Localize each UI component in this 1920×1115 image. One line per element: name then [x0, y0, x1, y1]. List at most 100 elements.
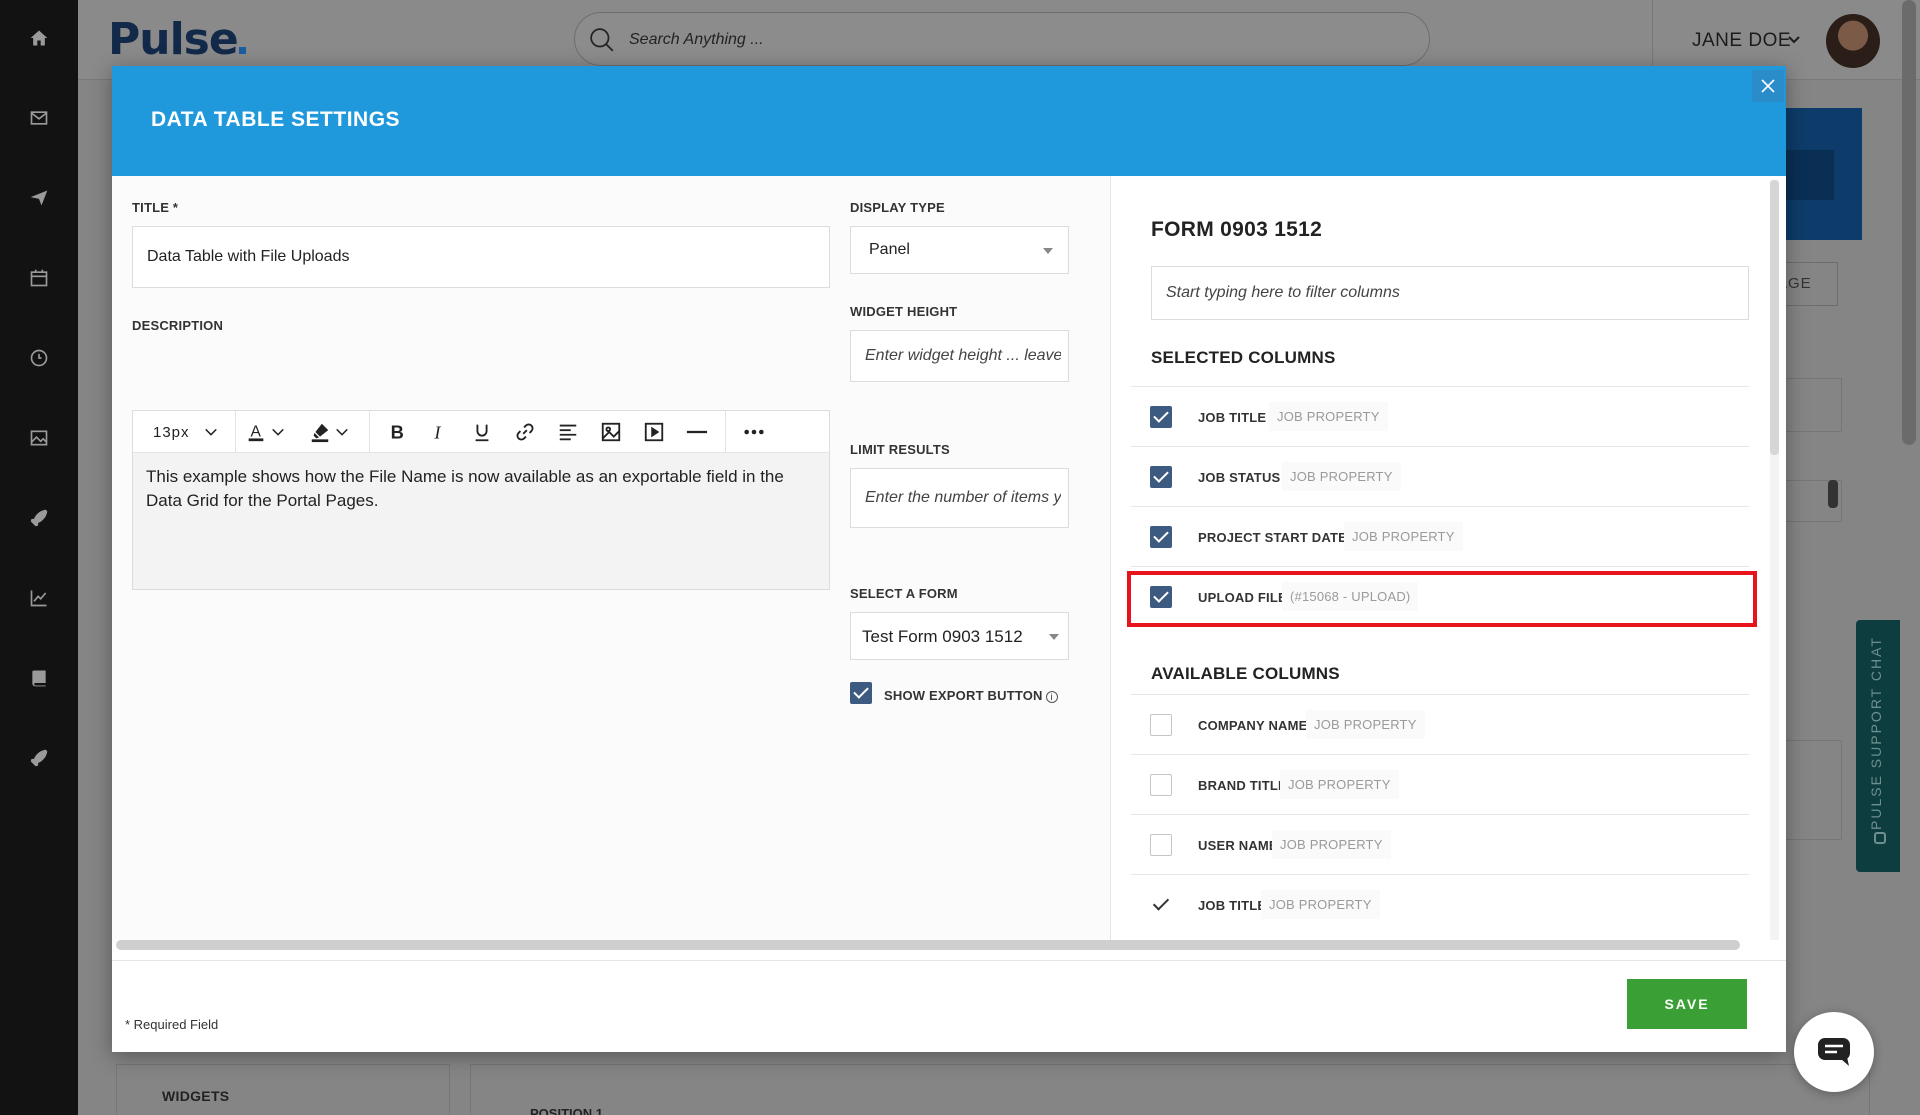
background-widgets-label: WIDGETS: [162, 1088, 230, 1104]
show-export-text: SHOW EXPORT BUTTON: [884, 688, 1043, 703]
close-icon: [1761, 79, 1775, 93]
limit-results-placeholder: Enter the number of items yo: [865, 489, 1061, 506]
column-name: PROJECT START DATE: [1198, 530, 1348, 545]
pulse-logo[interactable]: Pulse: [108, 14, 246, 65]
selected-column-row[interactable]: JOB TITLE JOB PROPERTY: [1131, 386, 1749, 446]
background-position-panel: [470, 1064, 1870, 1115]
column-checkbox[interactable]: [1150, 834, 1172, 856]
rocket-icon[interactable]: [27, 506, 51, 530]
more-icon[interactable]: [743, 420, 765, 444]
book-icon[interactable]: [27, 666, 51, 690]
underline-icon[interactable]: [471, 420, 493, 444]
link-icon[interactable]: [514, 420, 536, 444]
highlighter-icon: [311, 423, 329, 443]
show-export-checkbox[interactable]: [850, 682, 872, 704]
column-name: JOB TITLE: [1198, 410, 1267, 425]
user-avatar[interactable]: [1826, 14, 1880, 68]
dropdown-arrow-icon: [1049, 634, 1059, 640]
select-form-dropdown[interactable]: Test Form 0903 1512: [850, 612, 1069, 660]
column-checkbox[interactable]: [1150, 714, 1172, 736]
horizontal-scrollbar[interactable]: [116, 940, 1740, 950]
data-table-settings-modal: DATA TABLE SETTINGS TITLE * Data Table w…: [112, 66, 1786, 1052]
widget-height-placeholder: Enter widget height ... leave b: [865, 347, 1061, 364]
chat-bubble-icon: [1818, 1038, 1850, 1066]
column-checkbox[interactable]: [1150, 526, 1172, 548]
chart-icon[interactable]: [27, 586, 51, 610]
columns-scrollbar[interactable]: [1770, 180, 1779, 940]
modal-header: DATA TABLE SETTINGS: [112, 66, 1786, 176]
chevron-down-icon: [336, 428, 348, 436]
widget-height-label: WIDGET HEIGHT: [850, 304, 958, 319]
main-sidebar: [0, 0, 78, 1115]
column-name: COMPANY NAME: [1198, 718, 1308, 733]
chat-icon: [1874, 832, 1886, 844]
column-checkbox[interactable]: [1150, 894, 1172, 916]
background-position-label: POSITION 1: [530, 1106, 603, 1115]
column-checkbox[interactable]: [1150, 466, 1172, 488]
column-name: JOB TITLE: [1198, 898, 1267, 913]
background-scroll-knob: [1828, 480, 1838, 508]
page-scrollbar[interactable]: [1902, 0, 1916, 445]
user-menu-name[interactable]: JANE DOE: [1692, 30, 1791, 52]
modal-title: DATA TABLE SETTINGS: [151, 108, 401, 131]
home-icon[interactable]: [27, 26, 51, 50]
column-property: JOB PROPERTY: [1280, 770, 1399, 799]
column-property: JOB PROPERTY: [1306, 710, 1425, 739]
show-export-label: SHOW EXPORT BUTTON i: [884, 688, 1058, 703]
insert-image-icon[interactable]: [600, 420, 622, 444]
text-color-button[interactable]: A: [245, 420, 285, 444]
column-name: JOB STATUS: [1198, 470, 1281, 485]
image-icon[interactable]: [27, 426, 51, 450]
column-property: JOB PROPERTY: [1272, 830, 1391, 859]
title-input[interactable]: Data Table with File Uploads: [132, 226, 830, 288]
save-button[interactable]: SAVE: [1627, 979, 1747, 1029]
limit-results-input[interactable]: Enter the number of items yo: [850, 468, 1069, 528]
display-type-label: DISPLAY TYPE: [850, 200, 945, 215]
form-title: FORM 0903 1512: [1151, 218, 1323, 241]
send-icon[interactable]: [27, 186, 51, 210]
info-icon[interactable]: i: [1045, 691, 1058, 703]
columns-panel: FORM 0903 1512 Start typing here to filt…: [1110, 176, 1786, 944]
svg-text:A: A: [251, 424, 262, 441]
available-column-row[interactable]: COMPANY NAME JOB PROPERTY: [1131, 694, 1749, 754]
bold-icon[interactable]: B: [386, 420, 408, 444]
close-button[interactable]: [1752, 70, 1784, 102]
columns-scrollbar-thumb[interactable]: [1770, 180, 1779, 455]
widget-height-input[interactable]: Enter widget height ... leave b: [850, 330, 1069, 382]
svg-text:B: B: [391, 421, 404, 442]
horizontal-line-icon[interactable]: [686, 420, 708, 444]
title-label: TITLE *: [132, 200, 179, 215]
text-color-icon: A: [248, 424, 264, 442]
font-size-value: 13px: [153, 423, 190, 441]
italic-icon[interactable]: I: [428, 420, 450, 444]
display-type-select[interactable]: Panel: [850, 226, 1069, 274]
rocket-icon-2[interactable]: [27, 746, 51, 770]
calendar-icon[interactable]: [27, 266, 51, 290]
font-size-select[interactable]: 13px: [153, 420, 218, 444]
mail-icon[interactable]: [27, 106, 51, 130]
description-editor[interactable]: 13px A B I This example shows how the Fi…: [132, 410, 830, 590]
highlight-box: [1127, 571, 1757, 627]
column-name: USER NAME: [1198, 838, 1278, 853]
chat-launcher-button[interactable]: [1794, 1012, 1874, 1092]
available-column-row[interactable]: USER NAME JOB PROPERTY: [1131, 814, 1749, 874]
align-icon[interactable]: [557, 420, 579, 444]
highlight-color-button[interactable]: [309, 420, 349, 444]
available-column-row[interactable]: JOB TITLE JOB PROPERTY: [1131, 874, 1749, 934]
column-checkbox[interactable]: [1150, 406, 1172, 428]
clock-icon[interactable]: [27, 346, 51, 370]
column-property: JOB PROPERTY: [1261, 890, 1380, 919]
global-search[interactable]: Search Anything ...: [574, 12, 1430, 66]
search-icon: [589, 27, 615, 53]
description-text: This example shows how the File Name is …: [146, 467, 784, 510]
available-column-row[interactable]: BRAND TITLE JOB PROPERTY: [1131, 754, 1749, 814]
column-checkbox[interactable]: [1150, 774, 1172, 796]
chevron-down-icon[interactable]: [1786, 32, 1802, 48]
insert-video-icon[interactable]: [643, 420, 665, 444]
filter-columns-input[interactable]: Start typing here to filter columns: [1151, 266, 1749, 320]
modal-footer: * Required Field SAVE: [112, 960, 1786, 1052]
select-form-label: SELECT A FORM: [850, 586, 958, 601]
selected-column-row[interactable]: JOB STATUS JOB PROPERTY: [1131, 446, 1749, 506]
select-form-value: Test Form 0903 1512: [862, 627, 1023, 646]
selected-column-row[interactable]: PROJECT START DATE JOB PROPERTY: [1131, 506, 1749, 566]
